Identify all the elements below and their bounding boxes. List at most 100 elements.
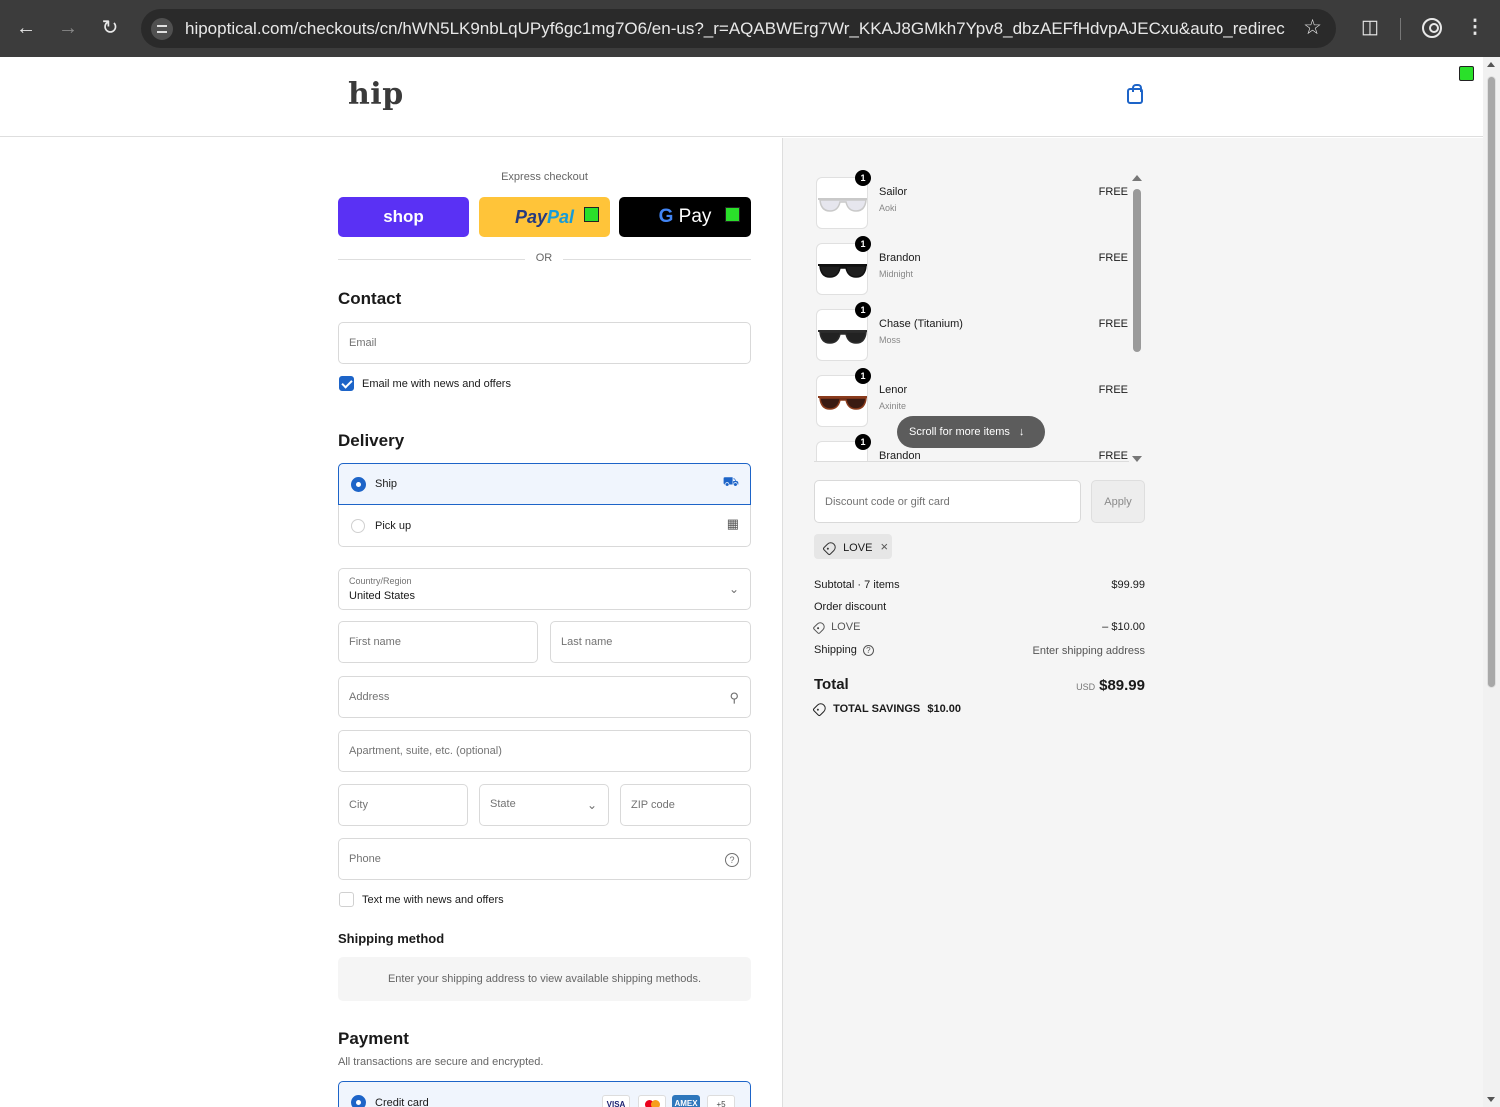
- pickup-option[interactable]: Pick up ▦: [339, 506, 750, 547]
- pickup-radio[interactable]: [351, 519, 365, 533]
- discount-value: – $10.00: [1102, 621, 1145, 633]
- last-name-field[interactable]: Last name: [550, 621, 751, 663]
- sms-checkbox[interactable]: [339, 892, 354, 907]
- item-price: FREE: [1098, 186, 1128, 198]
- shipping-method-heading: Shipping method: [338, 931, 445, 946]
- credit-card-radio[interactable]: [351, 1095, 366, 1107]
- checkout-page: hip Express checkout shop PayPal G Pay O…: [0, 57, 1483, 1107]
- country-label: Country/Region: [349, 576, 412, 586]
- state-select[interactable]: State ⌄: [479, 784, 609, 826]
- item-name: Lenor: [879, 384, 908, 396]
- mastercard-logo: [638, 1095, 666, 1107]
- country-select[interactable]: Country/Region United States ⌄: [338, 568, 751, 610]
- search-icon: ⚲: [729, 690, 739, 705]
- item-price: FREE: [1098, 318, 1128, 330]
- newsletter-checkbox[interactable]: [339, 376, 354, 391]
- paypal-button[interactable]: PayPal: [479, 197, 610, 237]
- cart-item: 1 Brandon Midnight FREE: [814, 236, 1128, 302]
- green-marker: [584, 207, 599, 222]
- items-divider: [814, 461, 1129, 462]
- item-price: FREE: [1098, 384, 1128, 396]
- ship-radio[interactable]: [351, 477, 366, 492]
- page-scrollbar-thumb[interactable]: [1487, 76, 1496, 688]
- shipping-label-row: Shipping ?: [814, 644, 874, 656]
- delivery-options: Ship ⛟ Pick up ▦: [338, 463, 751, 547]
- express-checkout-label: Express checkout: [501, 171, 588, 183]
- ship-option[interactable]: Ship ⛟: [338, 463, 751, 505]
- newsletter-label: Email me with news and offers: [362, 378, 511, 390]
- item-price: FREE: [1098, 252, 1128, 264]
- checkout-header: hip: [0, 57, 1483, 137]
- help-icon[interactable]: ?: [862, 645, 874, 656]
- store-logo[interactable]: hip: [348, 77, 404, 112]
- visa-logo: VISA: [602, 1095, 630, 1107]
- menu-kebab-icon[interactable]: ⋮: [1461, 14, 1489, 42]
- scroll-more-button[interactable]: Scroll for more items ↓: [897, 416, 1045, 448]
- green-marker: [1459, 66, 1474, 81]
- chevron-down-icon: ⌄: [728, 582, 739, 596]
- chevron-down-icon: ⌄: [586, 798, 597, 812]
- site-settings-icon[interactable]: [151, 18, 173, 40]
- back-icon[interactable]: ←: [13, 15, 39, 41]
- credit-card-label: Credit card: [375, 1097, 429, 1107]
- google-g-icon: G: [658, 206, 674, 227]
- url-text[interactable]: hipoptical.com/checkouts/cn/hWN5LK9nbLqU…: [185, 19, 1285, 39]
- items-scrollbar[interactable]: [1131, 175, 1143, 462]
- forward-icon[interactable]: →: [55, 15, 81, 41]
- shipping-value: Enter shipping address: [1032, 645, 1145, 657]
- page-scrollbar[interactable]: [1483, 57, 1500, 1107]
- currency: USD: [1076, 682, 1096, 692]
- address-field[interactable]: Address ⚲: [338, 676, 751, 718]
- browser-toolbar: ← → ↻ hipoptical.com/checkouts/cn/hWN5LK…: [0, 0, 1500, 57]
- phone-field[interactable]: Phone ?: [338, 838, 751, 880]
- item-variant: Midnight: [879, 269, 914, 279]
- cart-item: 1 Chase (Titanium) Moss FREE: [814, 302, 1128, 368]
- first-name-field[interactable]: First name: [338, 621, 538, 663]
- item-name: Brandon: [879, 450, 921, 461]
- apply-discount-button[interactable]: Apply: [1091, 480, 1145, 523]
- cart-bag-icon[interactable]: [1127, 84, 1143, 104]
- help-icon[interactable]: ?: [725, 853, 739, 867]
- item-price: FREE: [1098, 450, 1128, 461]
- store-icon: ▦: [726, 516, 739, 531]
- item-variant: Moss: [879, 335, 901, 345]
- tag-icon: [822, 540, 838, 556]
- toolbar-divider: [1400, 18, 1401, 40]
- cart-item: 1 Sailor Aoki FREE: [814, 170, 1128, 236]
- contact-heading: Contact: [338, 289, 402, 308]
- country-value: United States: [349, 590, 416, 602]
- remove-code-icon[interactable]: ×: [880, 539, 888, 554]
- payment-subtitle: All transactions are secure and encrypte…: [338, 1056, 544, 1068]
- extensions-icon[interactable]: ◫: [1356, 14, 1384, 42]
- discount-code-row: LOVE: [812, 620, 860, 635]
- address-bar[interactable]: hipoptical.com/checkouts/cn/hWN5LK9nbLqU…: [141, 9, 1336, 48]
- tag-icon: [812, 701, 828, 717]
- shipping-method-note: Enter your shipping address to view avai…: [338, 957, 751, 1001]
- credit-card-option[interactable]: Credit card VISA AMEX +5: [338, 1081, 751, 1107]
- profile-icon[interactable]: [1418, 14, 1446, 42]
- total-savings-row: TOTAL SAVINGS $10.00: [812, 701, 961, 717]
- email-field[interactable]: Email: [338, 322, 751, 364]
- quantity-badge: 1: [855, 302, 871, 318]
- ship-label: Ship: [375, 478, 398, 490]
- google-pay-button[interactable]: G Pay: [619, 197, 751, 237]
- reload-icon[interactable]: ↻: [97, 15, 123, 41]
- item-variant: Aoki: [879, 203, 897, 213]
- quantity-badge: 1: [855, 368, 871, 384]
- city-field[interactable]: City: [338, 784, 468, 826]
- subtotal-value: $99.99: [1111, 579, 1145, 591]
- bookmark-star-icon[interactable]: ☆: [1303, 15, 1322, 40]
- zip-field[interactable]: ZIP code: [620, 784, 751, 826]
- green-marker: [725, 207, 740, 222]
- shop-pay-button[interactable]: shop: [338, 197, 469, 237]
- applied-code-tag: LOVE ×: [814, 534, 892, 559]
- paypal-word-pay: Pay: [514, 207, 547, 227]
- quantity-badge: 1: [855, 236, 871, 252]
- more-cards-badge: +5: [707, 1095, 735, 1107]
- discount-code-field[interactable]: Discount code or gift card: [814, 480, 1081, 523]
- payment-heading: Payment: [338, 1029, 409, 1048]
- apartment-field[interactable]: Apartment, suite, etc. (optional): [338, 730, 751, 772]
- total-row: USD $89.99: [1040, 677, 1145, 695]
- applied-code: LOVE: [843, 542, 873, 554]
- subtotal-label: Subtotal · 7 items: [814, 579, 900, 591]
